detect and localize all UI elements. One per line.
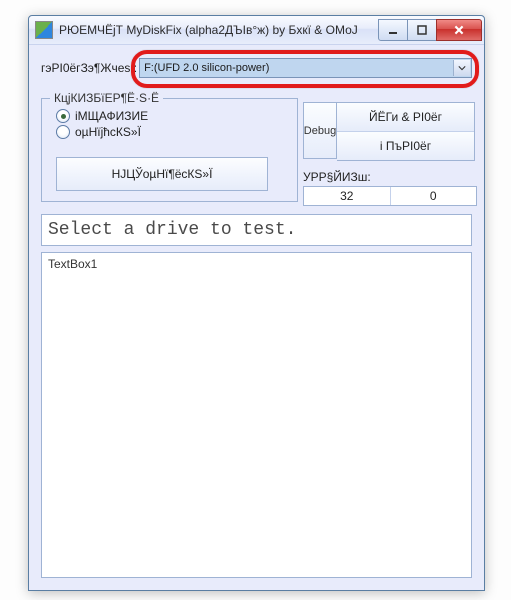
client-area: гэРІ0ёгЗэ¶Жчеѕ : F:(UFD 2.0 silicon-powe… [35, 46, 478, 584]
groupbox-legend: КцјКИЗБїЕР¶Ё·Ѕ·Ё [50, 91, 163, 105]
app-icon [35, 21, 53, 39]
debug-label: Debug [304, 125, 336, 137]
radio-option-1[interactable]: іМЩАФИЗИЕ [56, 109, 148, 123]
status-box: Select a drive to test. [41, 214, 472, 246]
window-frame: РЮЕМЧЁјТ MyDiskFix (alpha2ДЪІв°ж) by Бхк… [28, 15, 485, 591]
close-button[interactable] [436, 19, 482, 41]
format-button-label: НЈЦЎоµНї¶ёсКЅ»Ї [112, 167, 213, 181]
chevron-down-icon[interactable] [453, 60, 470, 76]
drive-select-label: гэРІ0ёгЗэ¶Жчеѕ : [41, 61, 139, 75]
sectors-cell-0: 32 [304, 187, 391, 205]
radio-1-label: іМЩАФИЗИЕ [75, 109, 148, 123]
drive-select-combo[interactable]: F:(UFD 2.0 silicon-power) [139, 58, 472, 78]
drive-select-value: F:(UFD 2.0 silicon-power) [144, 62, 269, 74]
sectors-label: УРР§ЙИЗш: [303, 170, 371, 184]
sectors-table: 32 0 [303, 186, 477, 206]
log-textbox-content: TextBox1 [48, 257, 97, 271]
status-text: Select a drive to test. [48, 220, 296, 240]
format-button[interactable]: НЈЦЎоµНї¶ёсКЅ»Ї [56, 157, 268, 191]
mode-groupbox: КцјКИЗБїЕР¶Ё·Ѕ·Ё іМЩАФИЗИЕ оµНїјћcКЅ»Ї Н… [41, 98, 298, 202]
scan-and-fix-label: ЙЁГи & РІ0ёг [369, 110, 442, 124]
log-textbox[interactable]: TextBox1 [41, 252, 472, 578]
debug-label-cell[interactable]: Debug [303, 102, 337, 159]
maximize-button[interactable] [407, 19, 437, 41]
radio-2-label: оµНїјћcКЅ»Ї [75, 125, 141, 139]
titlebar[interactable]: РЮЕМЧЁјТ MyDiskFix (alpha2ДЪІв°ж) by Бхк… [29, 16, 484, 45]
scan-and-fix-button[interactable]: ЙЁГи & РІ0ёг [337, 103, 474, 132]
sectors-cell-1: 0 [391, 187, 477, 205]
radio-icon [56, 125, 70, 139]
minimize-button[interactable] [378, 19, 408, 41]
window-title: РЮЕМЧЁјТ MyDiskFix (alpha2ДЪІв°ж) by Бхк… [59, 23, 379, 37]
cancel-fix-button[interactable]: і ПъРІ0ёг [337, 132, 474, 160]
action-button-stack: ЙЁГи & РІ0ёг і ПъРІ0ёг [337, 102, 475, 161]
cancel-fix-label: і ПъРІ0ёг [380, 139, 431, 153]
radio-icon [56, 109, 70, 123]
radio-option-2[interactable]: оµНїјћcКЅ»Ї [56, 125, 148, 139]
